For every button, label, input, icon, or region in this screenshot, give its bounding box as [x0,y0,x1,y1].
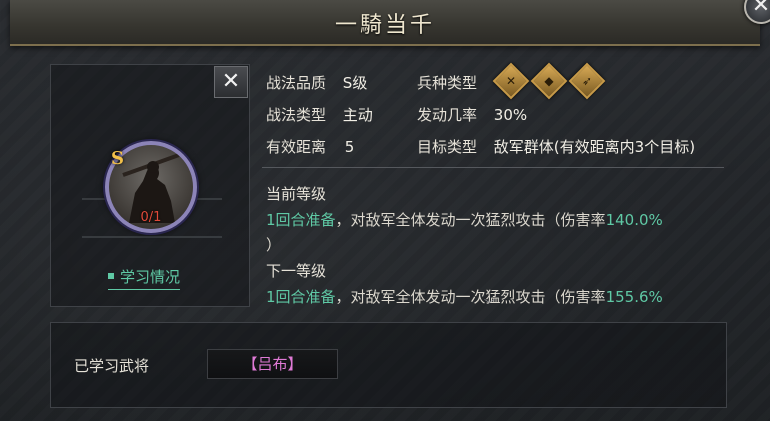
tactic-detail-panel: 一騎当千 ✕ S 0/1 ✕ 学习情况 战法品质 S级 兵种类型 ✕ ◆ ➶ 战… [0,0,770,421]
bullet-icon [108,272,114,279]
current-level-heading: 当前等级 [266,185,327,203]
current-level-close-paren: ） [266,236,282,254]
troop-attribute: 兵种类型 [417,72,477,93]
type-value: 主动 [342,106,373,124]
dialog-title: 一騎当千 [334,13,435,38]
rate-label: 发动几率 [417,106,478,124]
current-level-close: ） [266,234,281,255]
learned-generals-box [50,322,727,408]
range-value: 5 [344,138,355,156]
learned-general-tag[interactable]: 【吕布】 [207,349,338,379]
current-level-prep: 1回合准备 [266,211,336,229]
divider [262,167,724,168]
next-level-heading: 下一等级 [266,262,327,280]
next-level-prep: 1回合准备 [266,288,336,306]
scroll-down-chevron-icon[interactable]: ﹀ [484,296,495,312]
close-icon: ✕ [221,69,241,94]
quality-label: 战法品质 [266,74,327,92]
current-level-rate: 140.0% [605,211,663,229]
level-count: 0/1 [140,210,162,225]
target-attribute: 目标类型 敌军群体(有效距离内3个目标) [417,136,695,157]
card-close-button[interactable]: ✕ [214,66,248,98]
next-level-rate: 155.6% [605,288,663,306]
title-bar: 一騎当千 [10,0,760,46]
learn-status-link[interactable]: 学习情况 [108,266,181,290]
rate-attribute: 发动几率 30% [417,104,527,125]
range-label: 有效距离 [266,138,327,156]
learned-generals-label: 已学习武将 [74,357,150,375]
shield-icon: ◆ [530,62,568,100]
troop-label: 兵种类型 [417,74,478,92]
type-attribute: 战法类型 主动 [266,104,373,125]
target-value: 敌军群体(有效距离内3个目标) [493,138,696,156]
next-level-description: 1回合准备，对敌军全体发动一次猛烈攻击（伤害率155.6% [266,286,663,307]
quality-value: S级 [342,74,368,92]
learn-status-label: 学习情况 [120,268,181,286]
next-level-effect: ，对敌军全体发动一次猛烈攻击（伤害率 [335,288,606,306]
close-icon: ✕ [751,0,770,18]
range-attribute: 有效距离 5 [266,136,354,157]
current-level-description: 1回合准备，对敌军全体发动一次猛烈攻击（伤害率140.0% [266,209,663,230]
archer-icon: ➶ [568,62,606,100]
target-label: 目标类型 [417,138,478,156]
current-level-effect: ，对敌军全体发动一次猛烈攻击（伤害率 [335,211,606,229]
cavalry-icon: ✕ [492,62,530,100]
rate-value: 30% [493,106,528,124]
grade-badge: S [111,148,124,169]
type-label: 战法类型 [266,106,327,124]
quality-attribute: 战法品质 S级 [266,72,367,93]
